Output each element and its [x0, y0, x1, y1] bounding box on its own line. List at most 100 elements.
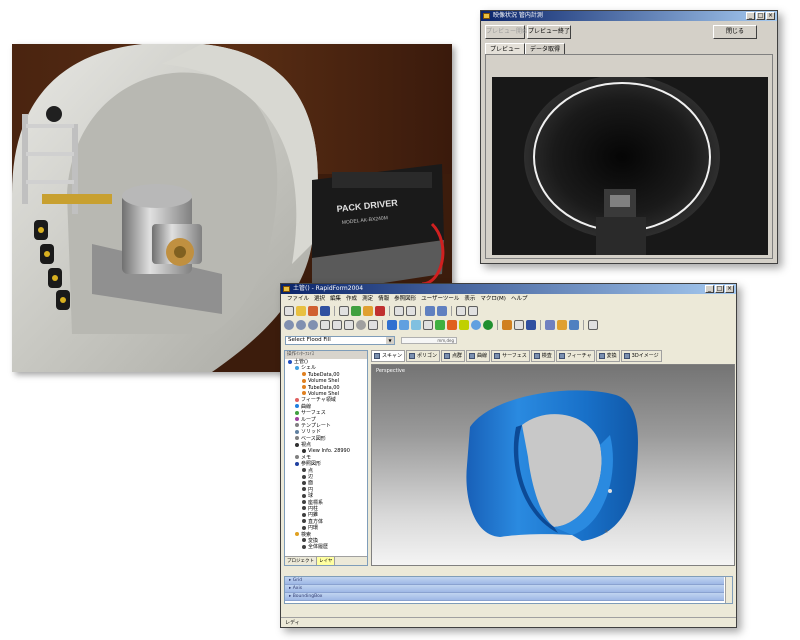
tree-node-icon: [302, 493, 306, 498]
tree-node-icon: [302, 378, 306, 383]
undo-icon[interactable]: [425, 306, 435, 316]
maximize-button[interactable]: □: [756, 12, 765, 20]
3d-viewport[interactable]: Perspective ✳: [371, 364, 735, 566]
window-icon[interactable]: [569, 320, 579, 330]
tab-pointcloud[interactable]: 点群: [441, 350, 466, 362]
open-icon[interactable]: [296, 306, 306, 316]
tab-inspect[interactable]: 検査: [530, 350, 555, 362]
menu-info[interactable]: 情報: [378, 294, 389, 304]
chevron-down-icon[interactable]: ▼: [386, 337, 394, 344]
log-scrollbar[interactable]: [725, 577, 732, 603]
tree-node-label: 検索: [301, 531, 312, 538]
maximize-button[interactable]: □: [715, 285, 724, 293]
log-row-axis[interactable]: ▸ Axis: [285, 585, 724, 593]
view-iso-icon[interactable]: [356, 320, 366, 330]
unit-field[interactable]: mm,deg: [401, 337, 457, 344]
sphere-icon[interactable]: [483, 320, 493, 330]
tab-layer[interactable]: レイヤ: [317, 557, 336, 565]
tab-scan[interactable]: スキャン: [371, 350, 406, 362]
shading-icon[interactable]: [387, 320, 397, 330]
tab-feature[interactable]: フィーチャ: [555, 350, 595, 362]
select-icon[interactable]: [456, 306, 466, 316]
copy-icon[interactable]: [394, 306, 404, 316]
tree-node-label: 円環: [308, 525, 319, 532]
new-icon[interactable]: [284, 306, 294, 316]
tree-node-label: 点: [308, 467, 314, 474]
menu-edit[interactable]: 編集: [330, 294, 341, 304]
tree-node-label: テンプレート: [301, 422, 331, 429]
tree-node-icon: [302, 519, 306, 524]
tree-node-icon: [295, 532, 299, 537]
point-icon[interactable]: [411, 320, 421, 330]
tab-project[interactable]: プロジェクト: [285, 557, 317, 565]
image-icon: [623, 353, 630, 359]
menu-reference[interactable]: 参照図形: [394, 294, 416, 304]
toolbar-gap: [281, 332, 736, 334]
minimize-button[interactable]: _: [705, 285, 714, 293]
pointer-icon[interactable]: [468, 306, 478, 316]
menu-user-tool[interactable]: ユーザーツール: [421, 294, 459, 304]
menu-view[interactable]: 表示: [464, 294, 475, 304]
select-mode-dropdown[interactable]: Select Flood Fill ▼: [285, 336, 395, 345]
tab-preview[interactable]: プレビュー: [485, 43, 526, 54]
trash-icon[interactable]: [588, 320, 598, 330]
svg-text:✳: ✳: [604, 529, 608, 535]
paint-icon[interactable]: [447, 320, 457, 330]
tree-node-icon: [302, 487, 306, 492]
menu-file[interactable]: ファイル: [287, 294, 309, 304]
log-row-bbox[interactable]: ▸ BoundingBox: [285, 593, 724, 601]
delete-icon[interactable]: [375, 306, 385, 316]
measure-icon[interactable]: [514, 320, 524, 330]
menu-create[interactable]: 作成: [346, 294, 357, 304]
tree-node-icon: [295, 417, 299, 422]
tab-polygon[interactable]: ポリゴン: [406, 350, 441, 362]
tab-3d-image[interactable]: 3Dイメージ: [620, 350, 662, 362]
print-icon[interactable]: [339, 306, 349, 316]
menu-select[interactable]: 選択: [314, 294, 325, 304]
box-icon[interactable]: [423, 320, 433, 330]
tab-curve[interactable]: 曲線: [466, 350, 491, 362]
tree-body: 土管() シェル TubeData,00 Volume Shel TubeData,00…: [285, 359, 367, 551]
tree-node-icon: [288, 359, 292, 364]
tab-transform[interactable]: 変換: [595, 350, 620, 362]
zoom-window-icon[interactable]: [308, 320, 318, 330]
tree-node-icon: [302, 544, 306, 549]
view-front-icon[interactable]: [344, 320, 354, 330]
menu-macro[interactable]: マクロ(M): [480, 294, 506, 304]
pan-icon[interactable]: [332, 320, 342, 330]
tree-node-label: 全体履歴: [308, 544, 329, 551]
export-icon[interactable]: [363, 306, 373, 316]
layer-icon[interactable]: [545, 320, 555, 330]
log-row-grid[interactable]: ▸ Grid: [285, 577, 724, 585]
light-icon[interactable]: [471, 320, 481, 330]
tree-node-label: 辺: [308, 474, 314, 481]
import-icon[interactable]: [308, 306, 318, 316]
redo-icon[interactable]: [437, 306, 447, 316]
tab-data-acquire[interactable]: データ取得: [525, 43, 566, 54]
preview-title-bar: 映像状況 管内計測 _ □ ×: [481, 11, 777, 21]
grid-icon[interactable]: [526, 320, 536, 330]
gear-icon[interactable]: [502, 320, 512, 330]
preview-end-button[interactable]: プレビュー終了: [527, 25, 571, 39]
rotate-icon[interactable]: [320, 320, 330, 330]
scan-icon[interactable]: [351, 306, 361, 316]
minimize-button[interactable]: _: [746, 12, 755, 20]
color-icon[interactable]: [459, 320, 469, 330]
paste-icon[interactable]: [406, 306, 416, 316]
save-icon[interactable]: [320, 306, 330, 316]
tab-surface[interactable]: サーフェス: [491, 350, 530, 362]
folder-icon[interactable]: [557, 320, 567, 330]
wire-icon[interactable]: [399, 320, 409, 330]
zoom-fit-icon[interactable]: [296, 320, 306, 330]
menu-help[interactable]: ヘルプ: [511, 294, 528, 304]
tree-node-label: ソリッド: [301, 429, 322, 436]
preview-start-button[interactable]: プレビュー開始: [485, 25, 528, 39]
close-button[interactable]: 閉じる: [713, 25, 757, 39]
menu-measure[interactable]: 測定: [362, 294, 373, 304]
check-icon[interactable]: [435, 320, 445, 330]
close-icon[interactable]: ×: [766, 12, 775, 20]
zoom-icon[interactable]: [284, 320, 294, 330]
view-top-icon[interactable]: [368, 320, 378, 330]
close-icon[interactable]: ×: [725, 285, 734, 293]
tree-node[interactable]: 全体履歴: [285, 544, 367, 550]
